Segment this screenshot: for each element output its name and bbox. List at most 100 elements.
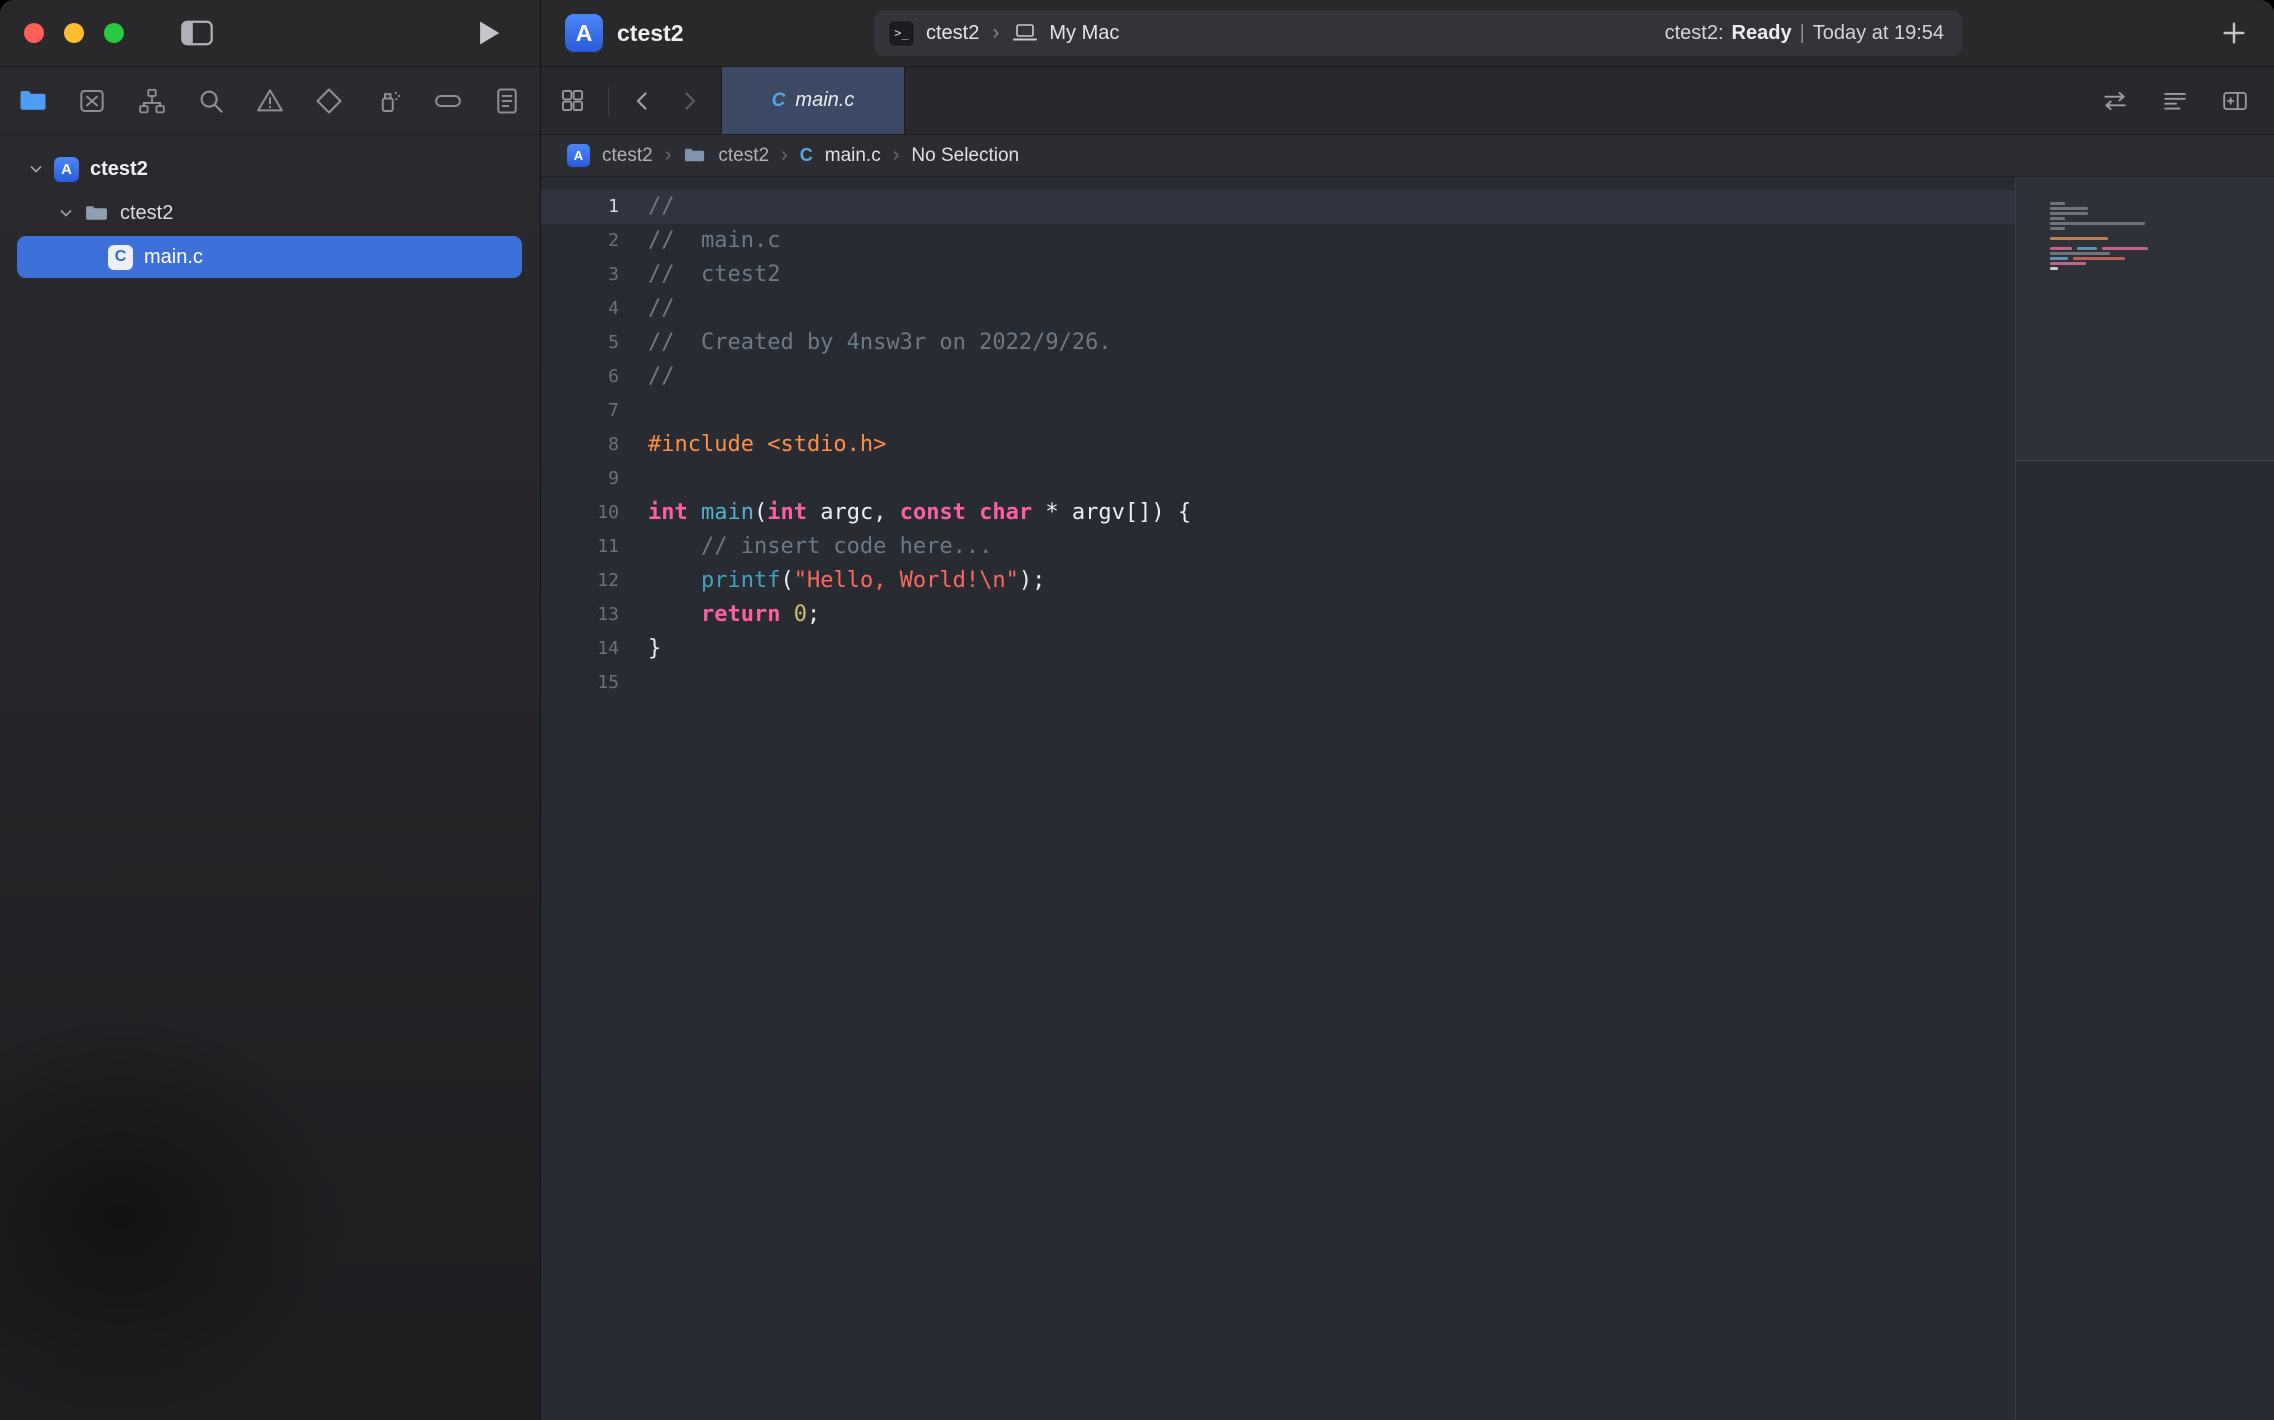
related-items-grid-icon[interactable] [559, 87, 586, 114]
folder-icon [683, 144, 706, 167]
navigator-issues-icon[interactable] [253, 84, 287, 118]
line-number: 13 [541, 598, 619, 632]
terminal-icon: >_ [888, 20, 915, 47]
tree-label[interactable]: ctest2 [90, 158, 148, 181]
code-text[interactable] [619, 666, 648, 700]
code-text[interactable]: // [619, 292, 675, 326]
scheme-name[interactable]: ctest2 [926, 22, 979, 45]
code-line[interactable]: 11 // insert code here... [541, 530, 2015, 564]
line-number: 8 [541, 428, 619, 462]
navigator-reports-icon[interactable] [490, 84, 524, 118]
code-text[interactable]: } [619, 632, 661, 666]
editor-pane: C main.c [541, 67, 2274, 1420]
disclosure-chevron-icon[interactable] [56, 203, 76, 223]
code-line[interactable]: 12 printf("Hello, World!\n"); [541, 564, 2015, 598]
line-number: 5 [541, 326, 619, 360]
line-number: 4 [541, 292, 619, 326]
code-text[interactable]: return 0; [619, 598, 820, 632]
tree-row-group[interactable]: ctest2 [0, 191, 540, 235]
minimap-lines [2050, 201, 2148, 276]
navigator-project-icon[interactable] [16, 84, 50, 118]
code-text[interactable]: // [619, 190, 675, 224]
breadcrumb-project[interactable]: ctest2 [602, 145, 653, 167]
code-lines[interactable]: 1//2// main.c3// ctest24//5// Created by… [541, 177, 2015, 1420]
line-number: 3 [541, 258, 619, 292]
code-text[interactable] [619, 462, 648, 496]
code-line[interactable]: 5// Created by 4nsw3r on 2022/9/26. [541, 326, 2015, 360]
editor-options-icon[interactable] [2160, 88, 2190, 114]
zoom-button[interactable] [104, 23, 124, 43]
navigator-symbols-icon[interactable] [135, 84, 169, 118]
folder-icon [84, 201, 109, 226]
minimize-button[interactable] [64, 23, 84, 43]
toolbar: A ctest2 >_ ctest2 › My Mac [0, 0, 2274, 67]
code-line[interactable]: 10int main(int argc, const char * argv[]… [541, 496, 2015, 530]
toolbar-main-section: A ctest2 >_ ctest2 › My Mac [541, 0, 2274, 66]
tree-row-project[interactable]: A ctest2 [0, 147, 540, 191]
code-text[interactable]: // main.c [619, 224, 780, 258]
forward-chevron-icon[interactable] [677, 87, 701, 115]
breadcrumb-selection[interactable]: No Selection [911, 145, 1019, 167]
status-text: ctest2: Ready | Today at 19:54 [1665, 22, 1962, 45]
code-line[interactable]: 6// [541, 360, 2015, 394]
run-icon[interactable] [476, 19, 502, 47]
code-text[interactable]: // insert code here... [619, 530, 992, 564]
code-line[interactable]: 7 [541, 394, 2015, 428]
tab-bar: C main.c [541, 67, 2274, 135]
status-project: ctest2: [1665, 22, 1724, 45]
line-number: 2 [541, 224, 619, 258]
sidebar-toggle-icon[interactable] [180, 19, 214, 47]
code-line[interactable]: 15 [541, 666, 2015, 700]
code-text[interactable]: // Created by 4nsw3r on 2022/9/26. [619, 326, 1112, 360]
library-plus-icon[interactable] [2220, 19, 2248, 47]
code-line[interactable]: 3// ctest2 [541, 258, 2015, 292]
code-review-icon[interactable] [2100, 88, 2130, 114]
xcode-project-icon: A [54, 157, 79, 182]
code-text[interactable]: #include <stdio.h> [619, 428, 886, 462]
scheme-destination[interactable]: My Mac [1049, 22, 1119, 45]
scheme-selector[interactable]: >_ ctest2 › My Mac [874, 20, 1119, 47]
editor-options [2100, 67, 2274, 134]
tab-main-c[interactable]: C main.c [721, 67, 905, 134]
code-text[interactable]: int main(int argc, const char * argv[]) … [619, 496, 1191, 530]
xcode-project-icon: A [567, 144, 590, 167]
navigator-find-icon[interactable] [194, 84, 228, 118]
code-text[interactable]: printf("Hello, World!\n"); [619, 564, 1045, 598]
xcode-project-icon: A [565, 14, 603, 52]
tree-label[interactable]: ctest2 [120, 202, 173, 225]
code-line[interactable]: 14} [541, 632, 2015, 666]
navigator-breakpoints-icon[interactable] [431, 84, 465, 118]
code-line[interactable]: 13 return 0; [541, 598, 2015, 632]
code-line[interactable]: 9 [541, 462, 2015, 496]
code-text[interactable]: // [619, 360, 675, 394]
close-button[interactable] [24, 23, 44, 43]
back-chevron-icon[interactable] [631, 87, 655, 115]
breadcrumb-file[interactable]: main.c [825, 145, 881, 167]
minimap[interactable] [2015, 177, 2274, 1420]
code-line[interactable]: 8#include <stdio.h> [541, 428, 2015, 462]
toolbar-sidebar-section [0, 0, 541, 66]
breadcrumb-group[interactable]: ctest2 [718, 145, 769, 167]
navigator-source-control-icon[interactable] [75, 84, 109, 118]
navigator-tests-icon[interactable] [312, 84, 346, 118]
window-content: A ctest2 ctest2 [0, 67, 2274, 1420]
minimap-row [2050, 271, 2148, 276]
tree-label[interactable]: main.c [144, 246, 203, 269]
navigator-sidebar: A ctest2 ctest2 [0, 67, 541, 1420]
code-line[interactable]: 1// [541, 190, 2015, 224]
disclosure-chevron-icon[interactable] [26, 159, 46, 179]
navigator-debug-icon[interactable] [372, 84, 406, 118]
code-line[interactable]: 4// [541, 292, 2015, 326]
code-line[interactable]: 2// main.c [541, 224, 2015, 258]
source-editor: 1//2// main.c3// ctest24//5// Created by… [541, 177, 2274, 1420]
activity-view[interactable]: >_ ctest2 › My Mac ctest2: Ready | [874, 10, 1962, 56]
status-state: Ready [1732, 22, 1792, 45]
add-editor-icon[interactable] [2220, 88, 2250, 114]
tree-row-file-selected[interactable]: C main.c [0, 235, 540, 279]
code-text[interactable] [619, 394, 648, 428]
chevron-right-icon: › [990, 21, 1001, 45]
code-text[interactable]: // ctest2 [619, 258, 780, 292]
tab-bar-controls [541, 67, 721, 134]
app-icon-letter: A [576, 20, 593, 47]
line-number: 10 [541, 496, 619, 530]
